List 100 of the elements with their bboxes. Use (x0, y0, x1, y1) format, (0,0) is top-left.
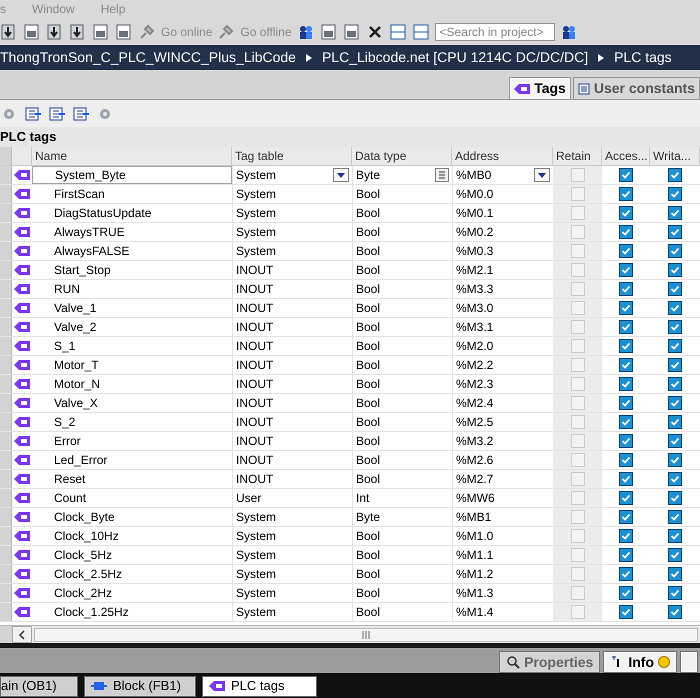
breadcrumb-item[interactable]: PLC_Libcode.net [CPU 1214C DC/DC/DC] (322, 47, 588, 68)
checkbox[interactable] (668, 491, 682, 505)
list-button[interactable] (435, 168, 449, 182)
table-cell-text: System (236, 547, 276, 564)
checkbox[interactable] (619, 339, 633, 353)
table-cell-text: Reset (53, 471, 86, 488)
checkbox[interactable] (619, 168, 633, 182)
checkbox[interactable] (668, 206, 682, 220)
table-cell-text: Byte (356, 509, 380, 526)
checkbox[interactable] (619, 225, 633, 239)
dropdown-button[interactable] (333, 168, 349, 182)
table-cell-text: Bool (356, 414, 380, 431)
checkbox[interactable] (668, 434, 682, 448)
checkbox[interactable] (619, 187, 633, 201)
checkbox[interactable] (619, 472, 633, 486)
breadcrumb-item[interactable]: ThongTronSon_C_PLC_WINCC_Plus_LibCode (0, 47, 296, 68)
checkbox[interactable] (619, 263, 633, 277)
split-vertical-icon[interactable] (412, 22, 430, 40)
checkbox[interactable] (619, 282, 633, 296)
checkbox[interactable] (668, 187, 682, 201)
table-cell-text: Clock_10Hz (53, 528, 120, 545)
checkbox[interactable] (668, 339, 682, 353)
checkbox[interactable] (668, 510, 682, 524)
checkbox[interactable] (619, 491, 633, 505)
table-cell-text: %M1.2 (456, 566, 494, 583)
column-header[interactable]: Tag table (232, 147, 352, 165)
table-cell-text: Bool (356, 471, 380, 488)
checkbox[interactable] (619, 586, 633, 600)
block-icon (91, 681, 107, 691)
checkbox[interactable] (619, 301, 633, 315)
checkbox[interactable] (668, 320, 682, 334)
checkbox[interactable] (619, 396, 633, 410)
checkbox[interactable] (668, 605, 682, 619)
table-cell-text: %MB0 (456, 167, 492, 184)
tab[interactable]: Properties (499, 651, 600, 673)
tag-icon (14, 588, 30, 598)
split-horizontal-icon[interactable] (388, 22, 407, 40)
table-cell-text: INOUT (236, 395, 274, 412)
checkbox[interactable] (668, 377, 682, 391)
table-cell-text: Bool (356, 338, 380, 355)
checkbox[interactable] (619, 415, 633, 429)
checkbox[interactable] (668, 453, 682, 467)
tag-icon (14, 531, 30, 541)
checkbox[interactable] (668, 301, 682, 315)
search-field[interactable]: <Search in project> (434, 22, 555, 40)
checkbox[interactable] (619, 567, 633, 581)
column-header[interactable]: Address (452, 147, 553, 165)
table-cell-text: Bool (356, 566, 380, 583)
checkbox[interactable] (668, 529, 682, 543)
column-header[interactable]: Data type (352, 147, 452, 165)
checkbox[interactable] (668, 168, 682, 182)
checkbox[interactable] (668, 567, 682, 581)
column-header[interactable]: Name (32, 147, 232, 165)
checkbox[interactable] (619, 510, 633, 524)
checkbox[interactable] (668, 225, 682, 239)
diagnostics-button[interactable] (680, 651, 698, 673)
checkbox[interactable] (619, 548, 633, 562)
tab[interactable]: Tags (509, 77, 571, 99)
tag-icon (14, 208, 30, 218)
taskbar-item[interactable]: PLC tags (202, 676, 317, 696)
checkbox[interactable] (619, 529, 633, 543)
table-cell-text: %M2.6 (456, 452, 494, 469)
checkbox[interactable] (668, 263, 682, 277)
checkbox[interactable] (668, 358, 682, 372)
checkbox[interactable] (668, 472, 682, 486)
checkbox[interactable] (668, 548, 682, 562)
checkbox[interactable] (619, 206, 633, 220)
checkbox[interactable] (668, 282, 682, 296)
column-header[interactable]: Retain (553, 147, 602, 165)
column-header[interactable]: Acces... (602, 147, 650, 165)
table-cell-text: Start_Stop (53, 262, 112, 279)
checkbox[interactable] (668, 244, 682, 258)
table-cell-text: INOUT (236, 281, 274, 298)
checkbox[interactable] (619, 358, 633, 372)
tab[interactable]: User constants (572, 77, 700, 99)
checkbox[interactable] (619, 244, 633, 258)
checkbox[interactable] (668, 586, 682, 600)
checkbox[interactable] (619, 377, 633, 391)
checkbox[interactable] (619, 605, 633, 619)
tag-icon (14, 379, 30, 389)
checkbox[interactable] (668, 396, 682, 410)
table-cell-text: Bool (356, 186, 380, 203)
table-cell-text: INOUT (236, 262, 274, 279)
tag-icon (14, 246, 30, 256)
checkbox[interactable] (619, 434, 633, 448)
scroll-left-button[interactable] (12, 626, 32, 643)
table-cell-text: %MB1 (456, 509, 492, 526)
taskbar-item[interactable]: ain (OB1) (0, 676, 78, 696)
table-cell-text: System (236, 585, 276, 602)
taskbar-item[interactable]: Block (FB1) (84, 676, 196, 696)
column-header[interactable]: Writa... (650, 147, 700, 165)
checkbox[interactable] (619, 453, 633, 467)
tag-icon (14, 189, 30, 199)
tab[interactable]: Info (603, 651, 677, 673)
table-cell-text: %M2.1 (456, 262, 494, 279)
table-cell-text: Bool (356, 604, 380, 621)
breadcrumb-item[interactable]: PLC tags (614, 47, 672, 68)
dropdown-button[interactable] (534, 168, 550, 182)
checkbox[interactable] (668, 415, 682, 429)
checkbox[interactable] (619, 320, 633, 334)
